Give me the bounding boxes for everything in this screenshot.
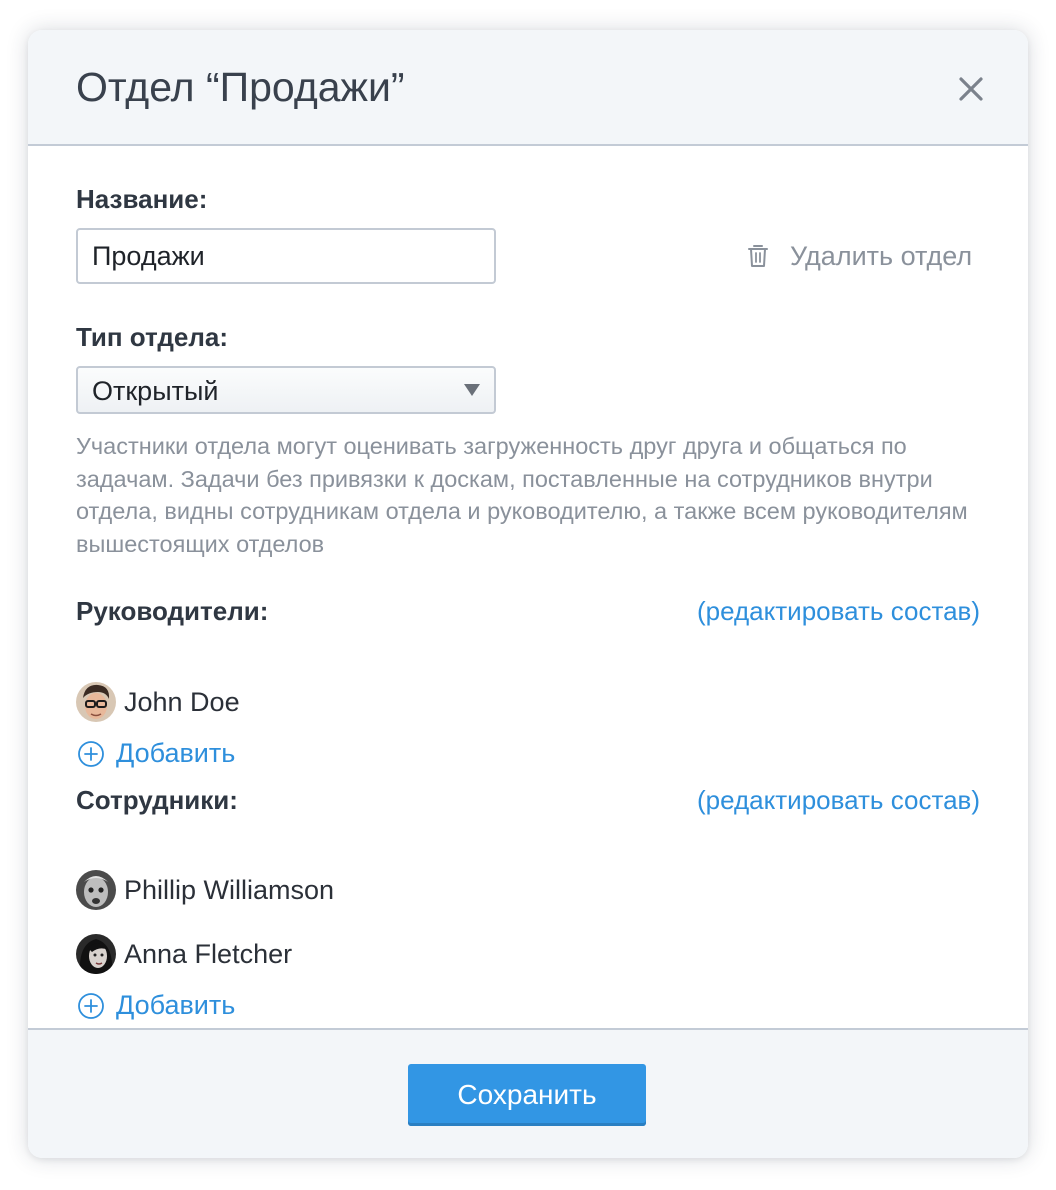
department-type-label: Тип отдела: [76, 322, 229, 352]
managers-label: Руководители: [76, 596, 269, 626]
name-label: Название: [76, 184, 208, 214]
add-manager-label: Добавить [116, 738, 236, 768]
avatar [76, 934, 116, 974]
dialog-header: Отдел “Продажи” [28, 30, 1028, 146]
add-employee-button[interactable]: Добавить [77, 990, 235, 1021]
department-dialog: Отдел “Продажи” Название: Удалить отдел … [28, 30, 1028, 1158]
add-circle-icon [78, 740, 104, 767]
delete-department-label: Удалить отдел [790, 240, 973, 271]
dialog-title: Отдел “Продажи” [76, 64, 405, 110]
dialog-body: Название: Удалить отдел Тип отдела: Откр… [28, 146, 1028, 1028]
manager-item[interactable]: John Doe [76, 682, 240, 722]
avatar [76, 682, 116, 722]
department-name-input[interactable] [76, 228, 496, 284]
add-circle-icon [78, 992, 104, 1019]
close-icon [959, 77, 983, 101]
dropdown-arrow-icon [464, 384, 480, 396]
edit-employees-link[interactable]: (редактировать состав) [697, 785, 980, 816]
department-type-description: Участники отдела могут оценивать загруже… [76, 433, 968, 557]
add-manager-button[interactable]: Добавить [77, 738, 235, 769]
add-employee-label: Добавить [116, 990, 236, 1020]
avatar [76, 870, 116, 910]
save-button[interactable]: Сохранить [408, 1064, 646, 1126]
edit-managers-link[interactable]: (редактировать состав) [697, 596, 980, 627]
trash-icon [748, 245, 768, 267]
employee-item[interactable]: Anna Fletcher [76, 934, 292, 974]
member-name: John Doe [124, 686, 240, 717]
delete-department-button[interactable]: Удалить отдел [746, 238, 972, 274]
close-button[interactable] [956, 74, 986, 104]
department-type-value: Открытый [92, 375, 219, 406]
department-type-select[interactable]: Открытый [76, 366, 496, 414]
employee-item[interactable]: Phillip Williamson [76, 870, 334, 910]
member-name: Anna Fletcher [124, 938, 293, 969]
member-name: Phillip Williamson [124, 874, 335, 905]
employees-label: Сотрудники: [76, 785, 238, 815]
dialog-footer: Сохранить [28, 1028, 1028, 1158]
